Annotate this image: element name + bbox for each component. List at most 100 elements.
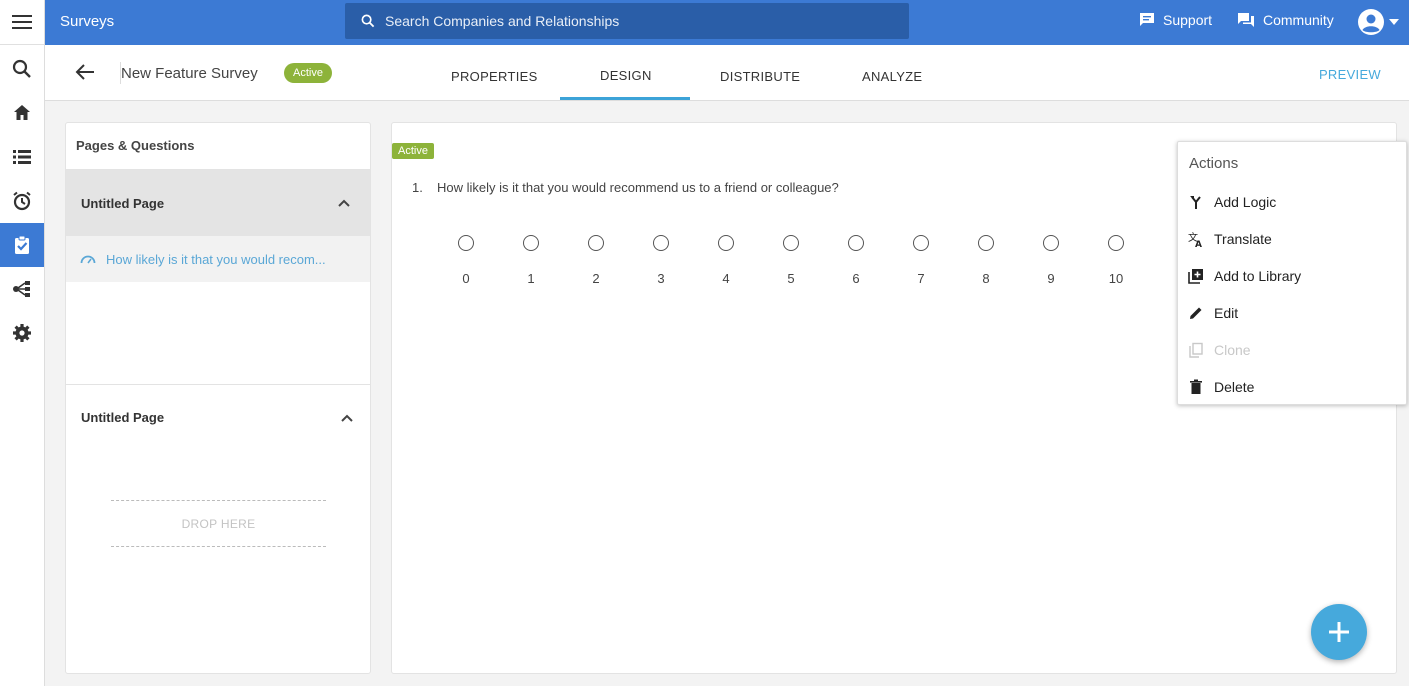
scale-label: 10 — [1108, 271, 1124, 286]
menu-item-label: Delete — [1214, 378, 1255, 395]
menu-item-label: Translate — [1214, 230, 1272, 247]
radio-button[interactable] — [588, 235, 604, 251]
scale-label: 7 — [917, 271, 925, 286]
chevron-up-icon[interactable] — [338, 199, 350, 207]
question-list-label: How likely is it that you would recom... — [106, 251, 326, 267]
menu-item-label: Add to Library — [1214, 267, 1302, 284]
user-menu-button[interactable] — [1357, 8, 1399, 36]
scale-label: 6 — [852, 271, 860, 286]
scale-option[interactable]: 10 — [1108, 235, 1124, 286]
hamburger-icon — [12, 15, 32, 29]
community-forum-icon — [1238, 13, 1254, 27]
scale-label: 1 — [527, 271, 535, 286]
status-badge: Active — [392, 143, 434, 159]
clone-menu-item[interactable]: Clone — [1178, 331, 1406, 368]
radio-button[interactable] — [653, 235, 669, 251]
radio-button[interactable] — [1108, 235, 1124, 251]
plus-icon — [1329, 622, 1349, 642]
support-link[interactable]: Support — [1139, 12, 1212, 28]
top-bar: Surveys Search Companies and Relationshi… — [45, 0, 1409, 45]
add-question-button[interactable] — [1311, 604, 1367, 660]
caret-down-icon — [1389, 19, 1399, 25]
app-title: Surveys — [60, 13, 115, 30]
scale-option[interactable]: 7 — [913, 235, 929, 286]
search-icon — [12, 59, 31, 78]
radio-button[interactable] — [458, 235, 474, 251]
actions-menu-title: Actions — [1189, 155, 1239, 172]
scale-option[interactable]: 9 — [1043, 235, 1059, 286]
edit-menu-item[interactable]: Edit — [1178, 294, 1406, 331]
panel-title: Pages & Questions — [66, 123, 370, 170]
account-circle-icon — [1358, 9, 1384, 35]
chevron-up-icon[interactable] — [341, 414, 353, 422]
radio-button[interactable] — [523, 235, 539, 251]
search-placeholder: Search Companies and Relationships — [385, 13, 620, 29]
page-title: Untitled Page — [81, 410, 165, 425]
preview-button[interactable]: PREVIEW — [1319, 67, 1381, 82]
radio-button[interactable] — [978, 235, 994, 251]
delete-menu-item[interactable]: Delete — [1178, 368, 1406, 405]
scale-option[interactable]: 8 — [978, 235, 994, 286]
tab-design[interactable]: DESIGN — [600, 68, 652, 83]
community-link[interactable]: Community — [1237, 12, 1334, 28]
scale-option[interactable]: 5 — [783, 235, 799, 286]
radio-button[interactable] — [783, 235, 799, 251]
copy-icon — [1189, 342, 1203, 358]
scale-option[interactable]: 0 — [458, 235, 474, 286]
actions-menu: Actions Add Logic 文A Translate Add to Li… — [1177, 141, 1407, 405]
nav-list-button[interactable] — [0, 135, 44, 179]
page-header[interactable]: Untitled Page — [81, 410, 353, 425]
scale-option[interactable]: 6 — [848, 235, 864, 286]
scale-option[interactable]: 4 — [718, 235, 734, 286]
add-logic-menu-item[interactable]: Add Logic — [1178, 183, 1406, 220]
drop-zone[interactable]: DROP HERE — [111, 500, 326, 547]
menu-item-label: Clone — [1214, 341, 1251, 358]
survey-clipboard-icon — [15, 235, 29, 254]
svg-text:A: A — [1195, 240, 1202, 247]
nav-hierarchy-button[interactable] — [0, 267, 44, 311]
translate-icon: 文A — [1188, 231, 1202, 247]
search-input[interactable]: Search Companies and Relationships — [345, 3, 909, 39]
tab-analyze[interactable]: ANALYZE — [862, 69, 922, 84]
search-icon — [361, 14, 375, 28]
active-tab-indicator — [560, 97, 690, 100]
gear-icon — [13, 324, 31, 342]
question-list-item[interactable]: How likely is it that you would recom... — [66, 236, 370, 282]
survey-title: New Feature Survey — [121, 65, 258, 82]
survey-header: New Feature Survey Active PROPERTIES DES… — [45, 45, 1409, 101]
pages-questions-panel: Pages & Questions Untitled Page How like… — [65, 122, 371, 674]
translate-menu-item[interactable]: 文A Translate — [1178, 220, 1406, 257]
tab-distribute[interactable]: DISTRIBUTE — [720, 69, 800, 84]
menu-item-label: Edit — [1214, 304, 1239, 321]
left-nav-rail — [0, 0, 45, 686]
radio-button[interactable] — [848, 235, 864, 251]
radio-button[interactable] — [718, 235, 734, 251]
trash-icon — [1190, 379, 1202, 394]
alarm-clock-icon — [13, 191, 31, 211]
back-button[interactable] — [75, 63, 95, 86]
add-to-library-menu-item[interactable]: Add to Library — [1178, 257, 1406, 294]
nav-surveys-button[interactable] — [0, 223, 44, 267]
nav-home-button[interactable] — [0, 91, 44, 135]
hierarchy-icon — [13, 281, 30, 297]
page-header[interactable]: Untitled Page — [66, 170, 370, 236]
scale-label: 3 — [657, 271, 665, 286]
scale-label: 5 — [787, 271, 795, 286]
hamburger-menu-button[interactable] — [0, 0, 44, 45]
nav-search-button[interactable] — [0, 47, 44, 91]
scale-label: 4 — [722, 271, 730, 286]
support-chat-icon — [1140, 13, 1154, 26]
scale-option[interactable]: 2 — [588, 235, 604, 286]
divider — [66, 384, 370, 385]
nav-settings-button[interactable] — [0, 311, 44, 355]
radio-button[interactable] — [913, 235, 929, 251]
tab-properties[interactable]: PROPERTIES — [451, 69, 538, 84]
support-label: Support — [1163, 12, 1213, 28]
scale-option[interactable]: 3 — [653, 235, 669, 286]
question-text[interactable]: How likely is it that you would recommen… — [437, 180, 839, 195]
scale-label: 0 — [462, 271, 470, 286]
radio-button[interactable] — [1043, 235, 1059, 251]
list-icon — [13, 150, 31, 164]
nav-timeline-button[interactable] — [0, 179, 44, 223]
scale-option[interactable]: 1 — [523, 235, 539, 286]
